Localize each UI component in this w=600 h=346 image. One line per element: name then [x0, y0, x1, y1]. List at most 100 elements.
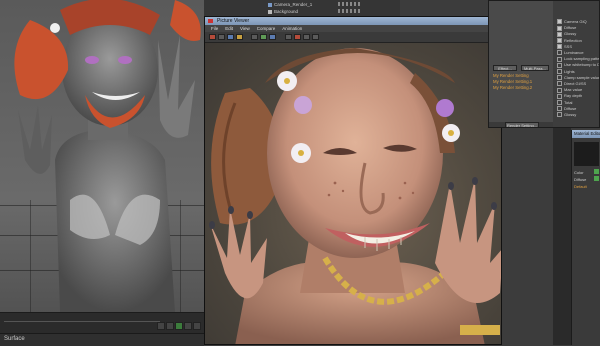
- channel-g-icon[interactable]: [260, 34, 267, 40]
- render-setting-button[interactable]: Render Setting...: [505, 122, 539, 127]
- checkbox[interactable]: [557, 25, 562, 31]
- compare-ab-icon[interactable]: [285, 34, 292, 40]
- checkbox[interactable]: [557, 87, 562, 93]
- render-option[interactable]: Camera GIQ: [557, 19, 587, 25]
- picture-viewer-titlebar[interactable]: Picture Viewer: [205, 17, 501, 25]
- camera-icon: [268, 2, 272, 7]
- render-option[interactable]: Diffuse: [557, 106, 576, 112]
- render-region-icon[interactable]: [218, 34, 225, 40]
- render-option-label: Glossy: [564, 112, 577, 117]
- outliner-item[interactable]: Background: [268, 9, 360, 14]
- save-icon[interactable]: [227, 34, 234, 40]
- render-canvas[interactable]: [205, 43, 501, 344]
- step-forward-button[interactable]: [184, 322, 192, 330]
- render-settings-panel: Effect... Multi-Pass... My Render Settin…: [488, 0, 600, 128]
- render-option[interactable]: SSS: [557, 43, 573, 50]
- multipass-button[interactable]: Multi-Pass...: [521, 65, 549, 71]
- timeline-ruler[interactable]: [4, 315, 160, 322]
- menu-bar: File Edit View Compare Animation: [205, 25, 501, 32]
- color-swatch[interactable]: [594, 169, 599, 174]
- checkbox[interactable]: [557, 93, 562, 99]
- render-option-label: Ray depth: [564, 93, 583, 99]
- visibility-dots[interactable]: [338, 9, 360, 13]
- render-option-label: Glossy: [564, 31, 577, 37]
- material-field-label: Color: [574, 170, 584, 175]
- effect-button[interactable]: Effect...: [493, 65, 517, 71]
- render-option-label: Reflection: [564, 37, 582, 43]
- menu-animation[interactable]: Animation: [282, 25, 302, 32]
- render-option-label: Luminance: [564, 50, 584, 55]
- checkbox[interactable]: [557, 69, 562, 75]
- bottom-bar-label: Surface: [4, 336, 25, 342]
- render-option-label: Max value: [564, 87, 583, 93]
- render-option[interactable]: Glossy: [557, 31, 577, 37]
- checkbox[interactable]: [557, 112, 562, 118]
- render-option[interactable]: Use whitebump to Diffuse: [557, 62, 600, 68]
- stop-render-icon[interactable]: [209, 34, 216, 40]
- bottom-status-bar: Surface: [0, 333, 204, 346]
- render-option[interactable]: Max value: [557, 87, 583, 93]
- menu-view[interactable]: View: [240, 25, 250, 32]
- viewer-side-strip: [553, 128, 571, 345]
- play-button[interactable]: [175, 322, 183, 330]
- picture-viewer-window: Picture Viewer File Edit View Compare An…: [204, 16, 502, 345]
- render-option[interactable]: Lock sampling pattern: [557, 56, 600, 62]
- render-setting-item[interactable]: My Render Setting: [493, 73, 529, 78]
- render-option-label: Diffuse: [564, 25, 577, 31]
- checkbox[interactable]: [557, 38, 562, 44]
- checkbox[interactable]: [557, 56, 562, 62]
- render-setting-item[interactable]: My Render Setting.2: [493, 85, 532, 90]
- color-swatch[interactable]: [594, 176, 599, 181]
- render-option[interactable]: Diffuse: [557, 25, 577, 31]
- checkbox[interactable]: [557, 44, 562, 50]
- render-option-label: Total: [564, 99, 573, 105]
- rewind-button[interactable]: [157, 322, 165, 330]
- render-option-label: Lights: [564, 68, 575, 74]
- channel-b-icon[interactable]: [269, 34, 276, 40]
- checkbox[interactable]: [557, 50, 562, 56]
- render-setting-item[interactable]: My Render Setting.1: [493, 79, 532, 84]
- open-icon[interactable]: [236, 34, 243, 40]
- timeline[interactable]: [0, 312, 204, 334]
- render-option-label: Use whitebump to Diffuse: [564, 62, 600, 68]
- render-option[interactable]: Lights: [557, 68, 575, 75]
- 3d-viewport[interactable]: [0, 0, 204, 333]
- render-option[interactable]: Ray depth: [557, 93, 583, 99]
- checkbox[interactable]: [557, 100, 562, 106]
- zoom-icon[interactable]: [303, 34, 310, 40]
- checkbox[interactable]: [557, 81, 562, 87]
- fast-forward-button[interactable]: [193, 322, 201, 330]
- render-option-label: Direct GI/SS: [564, 81, 587, 86]
- render-option[interactable]: Clamp sample values: [557, 75, 599, 81]
- render-option[interactable]: Direct GI/SS: [557, 81, 587, 87]
- menu-compare[interactable]: Compare: [257, 25, 276, 32]
- render-option[interactable]: Glossy: [557, 112, 577, 118]
- render-option[interactable]: Total: [557, 99, 573, 106]
- render-settings-footer: Render Setting...: [489, 122, 553, 127]
- picture-viewer-toolbar: [205, 32, 501, 43]
- render-option-label: SSS: [564, 43, 573, 49]
- outliner-item[interactable]: Camera_Render_1: [268, 2, 360, 7]
- object-outliner: Camera_Render_1 Background: [204, 0, 400, 17]
- fit-icon[interactable]: [312, 34, 319, 40]
- menu-file[interactable]: File: [211, 25, 218, 32]
- material-preview: [574, 142, 599, 166]
- checkbox[interactable]: [557, 31, 562, 37]
- render-option[interactable]: Luminance: [557, 50, 584, 56]
- checkbox[interactable]: [557, 19, 562, 25]
- checkbox[interactable]: [557, 75, 562, 81]
- render-option[interactable]: Reflection: [557, 37, 582, 44]
- step-back-button[interactable]: [166, 322, 174, 330]
- material-field-value[interactable]: Default: [574, 184, 587, 189]
- channel-r-icon[interactable]: [251, 34, 258, 40]
- visibility-dots[interactable]: [338, 2, 360, 6]
- render-option-label: Camera GIQ: [564, 19, 587, 24]
- histogram-icon[interactable]: [294, 34, 301, 40]
- window-title: Picture Viewer: [217, 18, 250, 24]
- menu-edit[interactable]: Edit: [225, 25, 233, 32]
- material-field-label: Diffuse: [574, 177, 587, 182]
- material-editor-title[interactable]: Material Editor: [572, 130, 600, 138]
- render-option-label: Lock sampling pattern: [564, 56, 600, 62]
- checkbox[interactable]: [557, 106, 562, 112]
- checkbox[interactable]: [557, 62, 562, 68]
